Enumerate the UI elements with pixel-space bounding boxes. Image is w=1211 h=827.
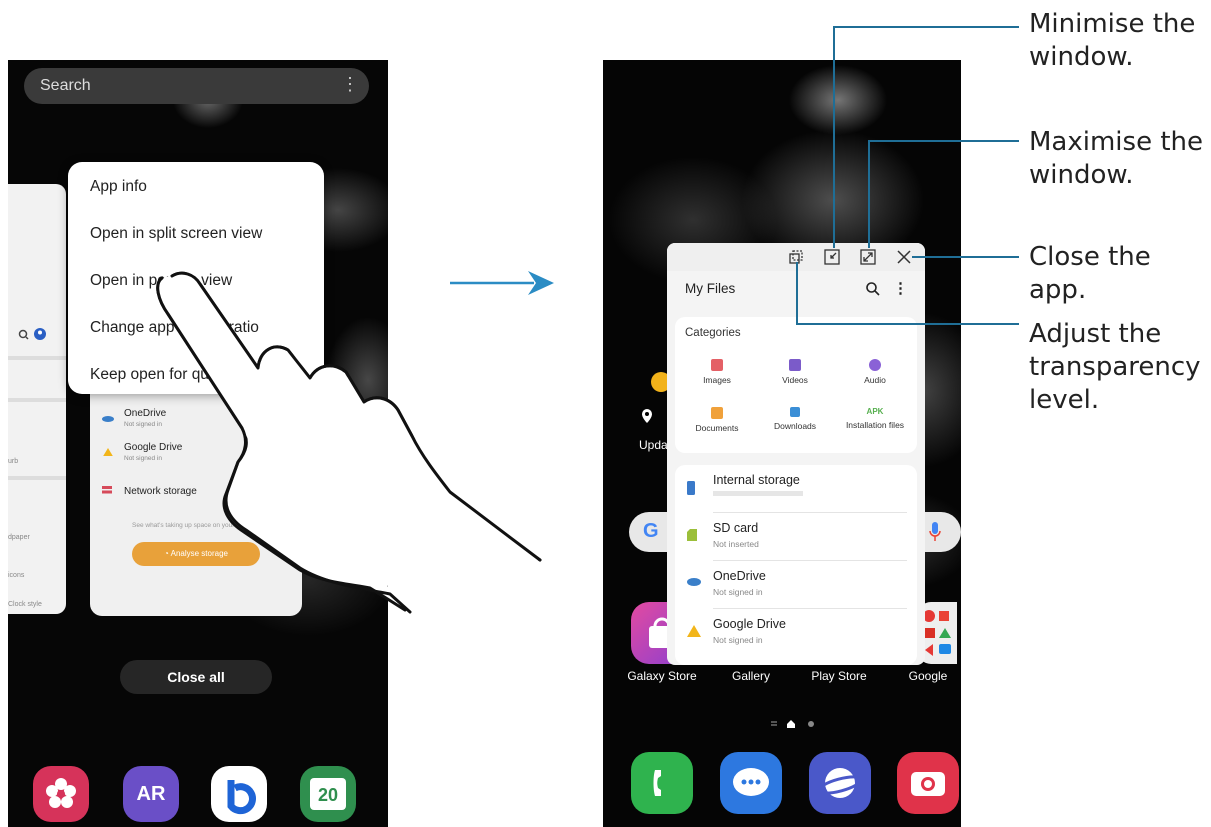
card-label: Clock style (8, 601, 42, 608)
window-title: My Files (685, 281, 736, 296)
calendar-date: 20 (310, 778, 346, 810)
google-drive-icon (103, 448, 113, 456)
close-icon[interactable] (895, 248, 913, 266)
more-options-icon[interactable]: ⋮ (893, 279, 908, 297)
category-images[interactable]: Images (677, 359, 757, 385)
divider (8, 476, 66, 480)
planet-icon (817, 768, 863, 798)
storage-name: Internal storage (713, 473, 800, 487)
menu-item-app-info[interactable]: App info (90, 178, 147, 196)
callout-transparency: Adjust the transparency level. (1029, 319, 1201, 415)
flower-icon (46, 778, 76, 808)
callout-line-minimise (833, 26, 1019, 28)
app-label-galaxy-store: Galaxy Store (627, 669, 697, 683)
divider (8, 356, 66, 360)
category-audio[interactable]: Audio (835, 359, 915, 385)
storage-google-drive[interactable]: Google Drive Not signed in (675, 609, 917, 657)
downloads-icon (790, 407, 800, 417)
phone-app-icon[interactable] (631, 752, 693, 814)
bixby-app-icon[interactable] (211, 766, 267, 822)
categories-card: Categories Images Videos Audio Documents… (675, 317, 917, 453)
messages-app-icon[interactable] (720, 752, 782, 814)
category-downloads[interactable]: Downloads (755, 407, 835, 431)
microphone-icon[interactable] (929, 522, 941, 542)
storage-internal[interactable]: Internal storage (675, 465, 917, 513)
location-pin-icon (642, 409, 652, 423)
divider (8, 398, 66, 402)
calendar-app-icon[interactable]: 20 (300, 766, 356, 822)
storage-onedrive[interactable]: OneDrive Not signed in (675, 561, 917, 609)
card-label: icons (8, 572, 25, 579)
app-label-google: Google (908, 669, 948, 683)
storage-status: Not inserted (713, 539, 759, 549)
callout-line-minimise-vertical (833, 26, 835, 248)
callout-line-close (912, 256, 1019, 258)
category-documents[interactable]: Documents (677, 407, 757, 433)
ar-zone-app-icon[interactable]: AR (123, 766, 179, 822)
categories-heading: Categories (685, 327, 741, 339)
card-label: dpaper (8, 534, 30, 541)
phone-handset-icon (653, 770, 661, 796)
images-icon (711, 359, 723, 371)
search-icon[interactable] (865, 281, 881, 297)
callout-close: Close the app. (1029, 242, 1151, 305)
onedrive-icon (102, 416, 114, 422)
chat-bubble-icon (733, 768, 769, 796)
app-label-play-store: Play Store (811, 669, 867, 683)
internal-storage-icon (687, 481, 695, 495)
callout-minimise: Minimise the window. (1029, 9, 1196, 72)
onedrive-icon (687, 578, 701, 586)
right-phone-screen: Upda G Galaxy Store Gallery Play Store G… (603, 60, 961, 827)
close-all-label: Close all (167, 669, 225, 685)
app-label-gallery: Gallery (731, 669, 770, 683)
menu-item-split-screen[interactable]: Open in split screen view (90, 225, 262, 243)
bixby-icon (227, 780, 256, 815)
callout-line-maximise-vertical (868, 140, 870, 248)
callout-line-transparency-vertical (796, 262, 798, 325)
search-bar[interactable]: Search ⋮ (24, 68, 369, 104)
category-videos[interactable]: Videos (755, 359, 835, 385)
sd-card-icon (687, 529, 697, 541)
storage-name: Google Drive (713, 617, 786, 631)
search-and-account-icon (18, 328, 46, 340)
page-indicator (771, 720, 814, 728)
documents-icon (711, 407, 723, 419)
camera-icon (911, 772, 945, 796)
google-drive-icon (687, 625, 701, 637)
maximise-icon[interactable] (859, 248, 877, 266)
transition-arrow (450, 271, 554, 295)
storage-status: Not signed in (713, 587, 763, 597)
storage-card: Internal storage SD card Not inserted On… (675, 465, 917, 665)
videos-icon (789, 359, 801, 371)
ar-label: AR (136, 783, 166, 805)
search-placeholder: Search (40, 77, 91, 94)
close-all-button[interactable]: Close all (120, 660, 272, 694)
camera-app-icon[interactable] (897, 752, 959, 814)
storage-usage-redacted (713, 491, 803, 496)
flower-app-icon[interactable] (33, 766, 89, 822)
storage-sd-card[interactable]: SD card Not inserted (675, 513, 917, 561)
minimise-icon[interactable] (823, 248, 841, 266)
storage-status: Not signed in (713, 635, 763, 645)
callout-maximise: Maximise the window. (1029, 127, 1204, 190)
weather-update-text: Upda (639, 438, 668, 452)
more-options-icon[interactable]: ⋮ (341, 74, 359, 95)
hand-pointer-illustration (156, 271, 542, 614)
weather-sun-icon (651, 372, 669, 392)
callout-line-maximise (868, 140, 1019, 142)
google-g-icon: G (643, 520, 659, 542)
storage-name: SD card (713, 521, 759, 535)
storage-name: OneDrive (713, 569, 766, 583)
audio-icon (869, 359, 881, 371)
network-storage-icon (102, 486, 112, 494)
card-label: urb (8, 458, 19, 465)
apk-icon: APK (866, 407, 884, 416)
callout-line-transparency (796, 323, 1019, 325)
internet-app-icon[interactable] (809, 752, 871, 814)
category-installation-files[interactable]: APK Installation files (835, 407, 915, 430)
recent-app-card-settings[interactable]: urb dpaper icons Clock style (8, 184, 66, 614)
